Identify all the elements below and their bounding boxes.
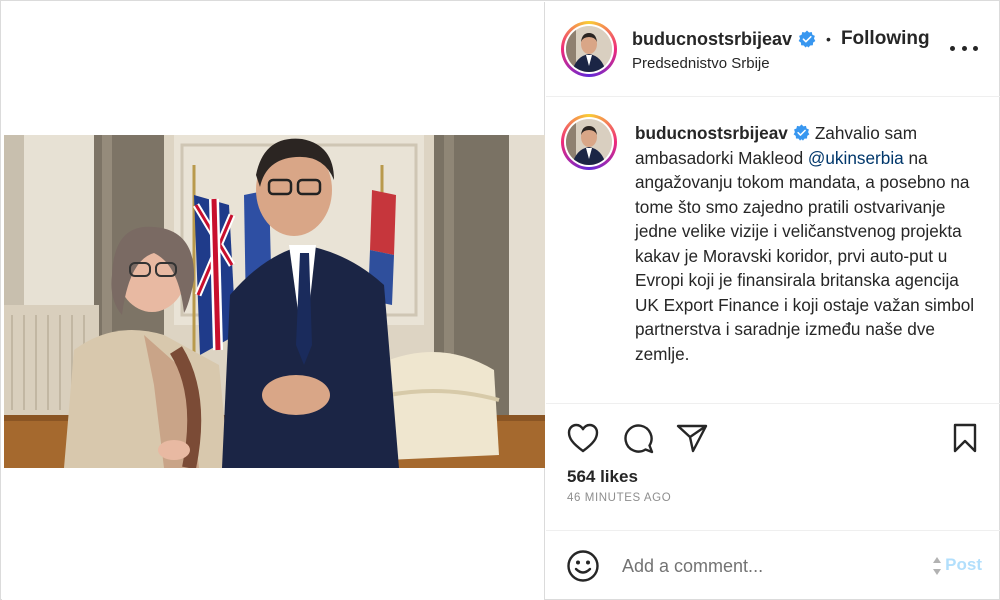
- input-stepper-icon: [932, 557, 942, 575]
- bookmark-icon: [953, 423, 977, 453]
- more-dot-icon: [961, 45, 967, 51]
- caption-body-end: na angažovanju tokom mandata, a posebno …: [635, 147, 975, 364]
- photo-illustration: [4, 135, 545, 468]
- paper-plane-icon: [676, 424, 708, 453]
- save-button[interactable]: [947, 420, 983, 456]
- post-header: buducnostsrbijeav • Following Predsednis…: [546, 2, 1000, 97]
- caption-mention-link[interactable]: @ukinserbia: [808, 148, 904, 168]
- caption-username[interactable]: buducnostsrbijeav: [635, 123, 788, 143]
- verified-badge-icon: [798, 30, 816, 48]
- details-panel: buducnostsrbijeav • Following Predsednis…: [546, 2, 1000, 600]
- heart-icon: [567, 423, 599, 453]
- emoji-smiley-icon: [567, 550, 599, 582]
- comment-button[interactable]: [620, 420, 656, 456]
- author-username[interactable]: buducnostsrbijeav: [632, 29, 792, 50]
- share-button[interactable]: [674, 420, 710, 456]
- verified-badge-icon: [793, 124, 810, 141]
- author-avatar[interactable]: [561, 21, 617, 77]
- post-photo[interactable]: [4, 135, 545, 468]
- avatar-image: [566, 26, 612, 72]
- post-comment-button[interactable]: Post: [945, 555, 982, 575]
- comment-bubble-icon: [624, 424, 654, 454]
- avatar-inner: [564, 117, 614, 167]
- media-panel: [2, 2, 545, 600]
- likes-count[interactable]: 564 likes: [567, 467, 638, 487]
- action-bar: 564 likes 46 MINUTES AGO: [546, 403, 1000, 530]
- more-dot-icon: [950, 45, 955, 51]
- separator-dot: •: [826, 31, 831, 47]
- avatar-inner: [564, 24, 614, 74]
- more-options-button[interactable]: [950, 38, 978, 58]
- post-dialog: buducnostsrbijeav • Following Predsednis…: [0, 0, 1000, 600]
- like-button[interactable]: [565, 420, 601, 456]
- avatar-image: [566, 119, 612, 165]
- caption-text: buducnostsrbijeav Zahvalio sam ambasadork…: [635, 121, 975, 366]
- header-user-line: buducnostsrbijeav • Following: [632, 28, 930, 50]
- stepper-up-icon: [933, 557, 941, 563]
- emoji-button[interactable]: [566, 549, 600, 583]
- more-dot-icon: [973, 45, 978, 51]
- comment-input[interactable]: [620, 553, 910, 579]
- post-timestamp[interactable]: 46 MINUTES AGO: [567, 492, 671, 504]
- avatar-portrait-icon: [566, 26, 612, 72]
- stepper-down-icon: [933, 569, 941, 575]
- avatar-portrait-icon: [566, 119, 612, 165]
- following-button[interactable]: Following: [841, 28, 930, 50]
- caption-avatar[interactable]: [561, 114, 617, 170]
- comment-bar: Post: [546, 530, 1000, 600]
- post-location[interactable]: Predsednistvo Srbije: [632, 55, 770, 72]
- post-caption: buducnostsrbijeav Zahvalio sam ambasadork…: [546, 98, 1000, 403]
